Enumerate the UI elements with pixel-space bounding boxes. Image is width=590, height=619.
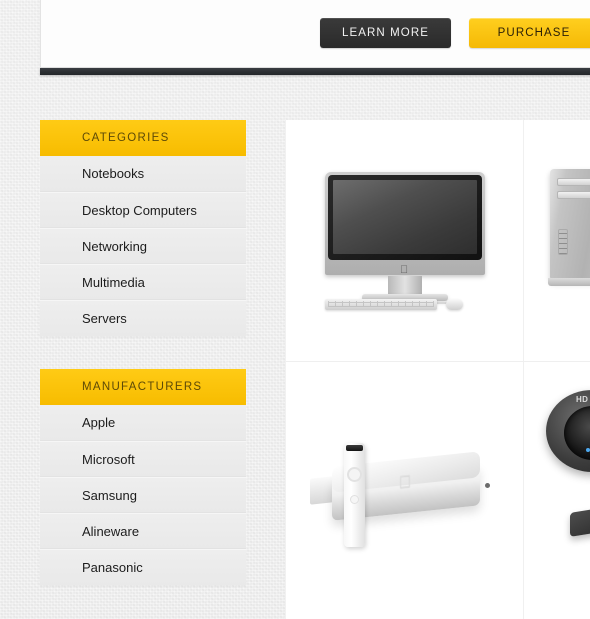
sidebar-item-multimedia[interactable]: Multimedia <box>40 264 246 300</box>
categories-panel: CATEGORIES Notebooks Desktop Computers N… <box>40 120 246 336</box>
mac-pro-tower-icon <box>524 120 590 361</box>
sidebar-item-servers[interactable]: Servers <box>40 300 246 336</box>
sidebar-item-alineware[interactable]: Alineware <box>40 513 246 549</box>
sidebar-item-networking[interactable]: Networking <box>40 228 246 264</box>
categories-panel-header: CATEGORIES <box>40 120 246 156</box>
learn-more-button[interactable]: LEARN MORE <box>319 18 451 48</box>
remote-control-icon <box>343 442 365 547</box>
product-tile-imac[interactable]:  <box>286 120 524 362</box>
header-action-buttons: LEARN MORE PURCHASE <box>319 18 590 48</box>
imac-icon:  <box>320 166 490 316</box>
sidebar-item-microsoft[interactable]: Microsoft <box>40 441 246 477</box>
sidebar-item-samsung[interactable]: Samsung <box>40 477 246 513</box>
header-panel: LEARN MORE PURCHASE <box>40 0 590 68</box>
product-grid:   <box>285 120 590 619</box>
manufacturers-list: Apple Microsoft Samsung Alineware Panaso… <box>40 405 246 585</box>
dark-divider-bar <box>40 68 590 75</box>
hd-webcam-icon: HD <box>524 362 590 619</box>
hd-badge: HD <box>576 395 589 404</box>
sidebar-item-notebooks[interactable]: Notebooks <box>40 156 246 192</box>
manufacturers-panel: MANUFACTURERS Apple Microsoft Samsung Al… <box>40 369 246 585</box>
sidebar-item-panasonic[interactable]: Panasonic <box>40 549 246 585</box>
product-tile-hd-webcam[interactable]: HD <box>524 362 590 619</box>
sidebar: CATEGORIES Notebooks Desktop Computers N… <box>40 120 246 618</box>
product-tile-mac-mini[interactable]:  <box>286 362 524 619</box>
categories-list: Notebooks Desktop Computers Networking M… <box>40 156 246 336</box>
sidebar-item-apple[interactable]: Apple <box>40 405 246 441</box>
manufacturers-panel-header: MANUFACTURERS <box>40 369 246 405</box>
product-tile-mac-pro[interactable] <box>524 120 590 362</box>
sidebar-item-desktop-computers[interactable]: Desktop Computers <box>40 192 246 228</box>
purchase-button[interactable]: PURCHASE <box>469 18 590 48</box>
apple-logo-icon:  <box>400 264 409 275</box>
mac-mini-icon:  <box>309 421 500 561</box>
apple-logo-icon:  <box>398 471 411 491</box>
